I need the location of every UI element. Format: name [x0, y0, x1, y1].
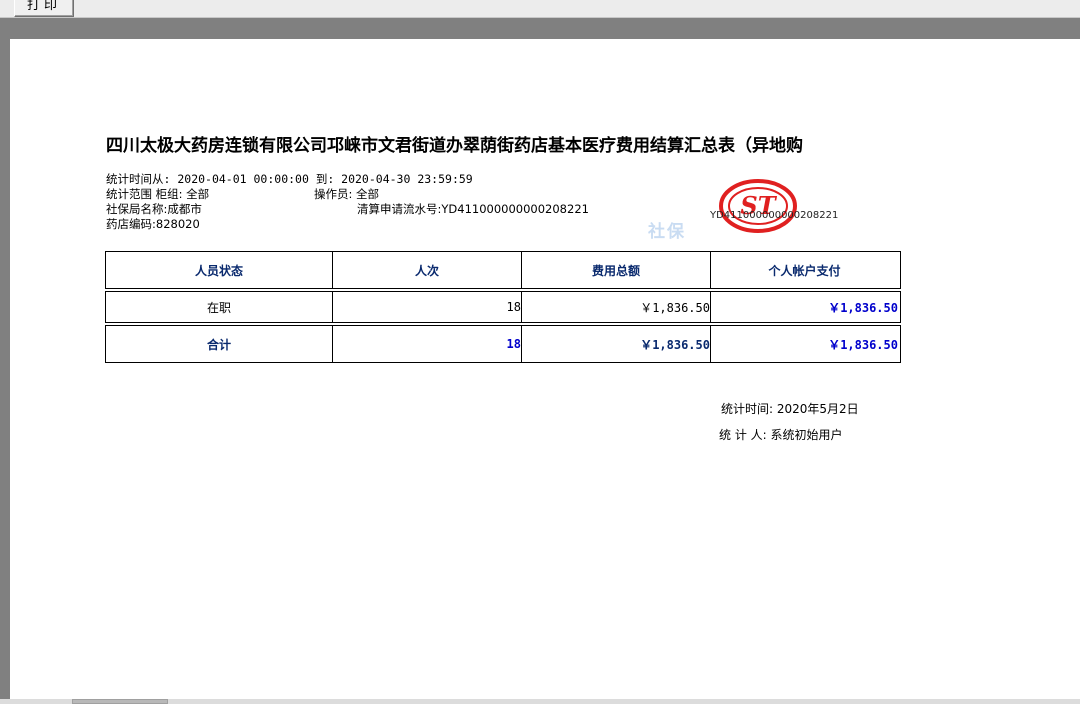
cell-total: ￥1,836.50	[522, 292, 711, 322]
stamp-serial: YD411000000000208221	[710, 210, 839, 221]
total-count: 18	[333, 326, 522, 362]
bureau-line: 社保局名称:成都市	[106, 202, 202, 216]
total-account: ￥1,836.50	[828, 337, 898, 352]
period-line: 统计时间从: 2020-04-01 00:00:00 到: 2020-04-30…	[106, 172, 473, 186]
serial-line: 清算申请流水号:YD411000000000208221	[357, 202, 589, 216]
header-total: 费用总额	[522, 252, 711, 288]
cell-account: ￥1,836.50	[828, 300, 898, 315]
report-viewer[interactable]: 四川太极大药房连锁有限公司邛崃市文君街道办翠荫街药店基本医疗费用结算汇总表（异地…	[0, 18, 1080, 704]
table-row: 在职 18 ￥1,836.50 ￥1,836.50	[105, 291, 901, 323]
stamp-logo-icon: ST	[719, 179, 797, 233]
total-amount: ￥1,836.50	[522, 326, 711, 362]
scope-line: 统计范围 柜组: 全部	[106, 187, 210, 201]
stat-person: 统 计 人: 系统初始用户	[719, 428, 843, 442]
total-label: 合计	[106, 326, 333, 362]
header-status: 人员状态	[106, 252, 333, 288]
scrollbar-thumb[interactable]	[72, 699, 168, 704]
table-header: 人员状态 人次 费用总额 个人帐户支付	[105, 251, 901, 289]
table-total-row: 合计 18 ￥1,836.50 ￥1,836.50	[105, 325, 901, 363]
watermark: 社保	[648, 222, 686, 242]
toolbar: 打印	[0, 0, 1080, 18]
operator-line: 操作员: 全部	[314, 187, 380, 201]
horizontal-scrollbar[interactable]	[0, 699, 1080, 704]
header-account: 个人帐户支付	[768, 263, 841, 278]
print-button[interactable]: 打印	[14, 0, 74, 17]
store-code-line: 药店编码:828020	[106, 217, 200, 231]
report-page: 四川太极大药房连锁有限公司邛崃市文君街道办翠荫街药店基本医疗费用结算汇总表（异地…	[10, 39, 1080, 704]
report-title: 四川太极大药房连锁有限公司邛崃市文君街道办翠荫街药店基本医疗费用结算汇总表（异地…	[106, 136, 803, 156]
stat-time: 统计时间: 2020年5月2日	[721, 402, 859, 416]
header-count: 人次	[333, 252, 522, 288]
cell-status: 在职	[106, 292, 333, 322]
cell-count: 18	[333, 292, 522, 322]
